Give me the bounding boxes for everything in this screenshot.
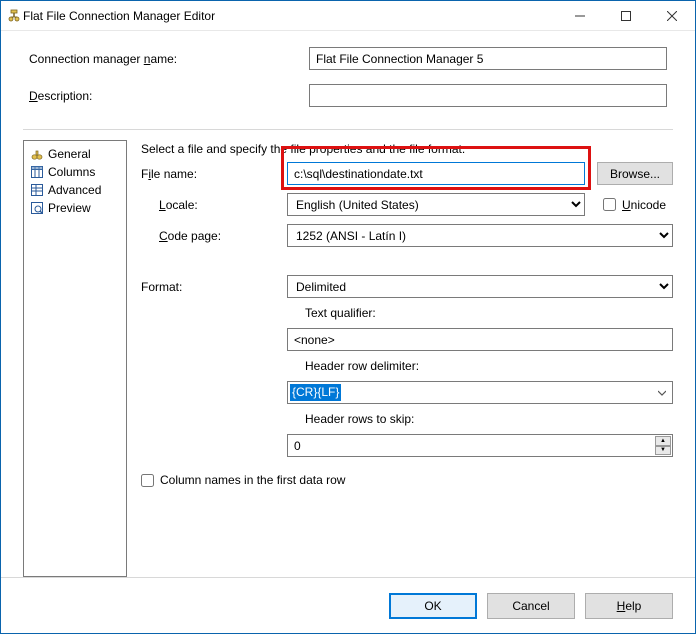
upper-form: Connection manager name: Description: (1, 31, 695, 129)
sidebar-item-label: Advanced (46, 183, 101, 197)
sidebar-item-preview[interactable]: Preview (24, 199, 126, 217)
main: General Columns Advanced Preview Select … (1, 140, 695, 577)
sidebar-item-columns[interactable]: Columns (24, 163, 126, 181)
header-delimiter-combo[interactable] (287, 381, 673, 404)
sidebar-item-label: Preview (46, 201, 91, 215)
header-delimiter-label: Header row delimiter: (287, 359, 667, 373)
column-names-checkbox[interactable] (141, 474, 154, 487)
footer: OK Cancel Help (1, 577, 695, 633)
window: Flat File Connection Manager Editor Conn… (0, 0, 696, 634)
format-label: Format: (141, 280, 281, 294)
divider (23, 129, 673, 130)
text-qualifier-input[interactable] (287, 328, 673, 351)
minimize-button[interactable] (557, 1, 603, 30)
format-select[interactable]: Delimited (287, 275, 673, 298)
text-qualifier-label: Text qualifier: (287, 306, 667, 320)
description-input[interactable] (309, 84, 667, 107)
sidebar-item-label: Columns (46, 165, 95, 179)
help-button[interactable]: Help (585, 593, 673, 619)
right-panel: Select a file and specify the file prope… (127, 140, 673, 577)
ok-button[interactable]: OK (389, 593, 477, 619)
spin-up-button[interactable]: ▲ (655, 436, 671, 446)
unicode-label: Unicode (622, 198, 666, 212)
column-names-label: Column names in the first data row (160, 473, 345, 487)
header-skip-input[interactable] (287, 434, 673, 457)
spin-down-button[interactable]: ▼ (655, 446, 671, 456)
header-skip-label: Header rows to skip: (287, 412, 667, 426)
window-buttons (557, 1, 695, 30)
sidebar-item-advanced[interactable]: Advanced (24, 181, 126, 199)
file-name-label: File name: (141, 167, 281, 181)
titlebar: Flat File Connection Manager Editor (1, 1, 695, 31)
sidebar-item-label: General (46, 147, 91, 161)
connection-name-label: Connection manager name: (29, 52, 309, 66)
columns-icon (28, 165, 46, 179)
sidebar: General Columns Advanced Preview (23, 140, 127, 577)
maximize-button[interactable] (603, 1, 649, 30)
instruction-text: Select a file and specify the file prope… (141, 140, 673, 158)
description-label: Description: (29, 89, 309, 103)
header-delimiter-value: {CR}{LF} (290, 384, 341, 401)
advanced-icon (28, 183, 46, 197)
codepage-select[interactable]: 1252 (ANSI - Latín I) (287, 224, 673, 247)
sidebar-item-general[interactable]: General (24, 145, 126, 163)
window-title: Flat File Connection Manager Editor (21, 9, 557, 23)
codepage-label: Code page: (141, 229, 281, 243)
unicode-checkbox[interactable] (603, 198, 616, 211)
file-name-input[interactable] (287, 162, 585, 185)
preview-icon (28, 201, 46, 215)
browse-button[interactable]: Browse... (597, 162, 673, 185)
connection-name-input[interactable] (309, 47, 667, 70)
locale-select[interactable]: English (United States) (287, 193, 585, 216)
close-button[interactable] (649, 1, 695, 30)
chevron-down-icon[interactable] (653, 383, 671, 402)
locale-label: Locale: (141, 198, 281, 212)
app-icon (1, 9, 21, 23)
general-icon (28, 147, 46, 161)
cancel-button[interactable]: Cancel (487, 593, 575, 619)
